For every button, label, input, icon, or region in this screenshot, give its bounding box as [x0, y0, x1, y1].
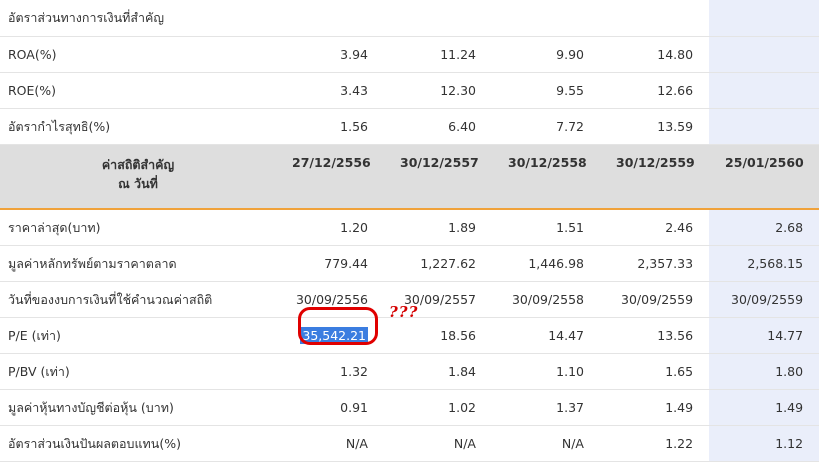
cell: 30/09/2559 — [600, 281, 710, 318]
cell: N/A — [492, 425, 600, 462]
cell: 12.66 — [600, 72, 710, 109]
table-row: ROA(%) 3.94 11.24 9.90 14.80 — [0, 36, 819, 73]
cell: 1.65 — [600, 353, 710, 390]
financial-table-panel: อัตราส่วนทางการเงินที่สำคัญ ROA(%) 3.94 … — [0, 0, 819, 462]
table-row: P/E (เท่า) 35,542.21 18.56 14.47 13.56 1… — [0, 317, 819, 354]
cell — [709, 72, 819, 109]
cell: 1.49 — [600, 389, 710, 426]
table-row: ROE(%) 3.43 12.30 9.55 12.66 — [0, 72, 819, 109]
date-header: 30/12/2558 — [492, 144, 600, 210]
table-row: มูลค่าหุ้นทางบัญชีต่อหุ้น (บาท) 0.91 1.0… — [0, 389, 819, 426]
stats-header-line1: ค่าสถิติสำคัญ — [101, 157, 175, 172]
red-circle-annotation — [298, 307, 378, 345]
row-label: มูลค่าหลักทรัพย์ตามราคาตลาด — [0, 245, 276, 282]
cell: 1.20 — [276, 209, 384, 246]
cell: 1.51 — [492, 209, 600, 246]
date-header: 30/12/2557 — [384, 144, 492, 210]
cell: 1.22 — [600, 425, 710, 462]
row-label: ราคาล่าสุด(บาท) — [0, 209, 276, 246]
cell: 1.12 — [709, 425, 819, 462]
table-row: อัตราส่วนเงินปันผลตอบแทน(%) N/A N/A N/A … — [0, 425, 819, 462]
cell: 14.77 — [709, 317, 819, 354]
table-row: ราคาล่าสุด(บาท) 1.20 1.89 1.51 2.46 2.68 — [0, 209, 819, 246]
cell: 779.44 — [276, 245, 384, 282]
cell — [709, 36, 819, 73]
cell: 1.32 — [276, 353, 384, 390]
cell: 1.84 — [384, 353, 492, 390]
cell: 0.91 — [276, 389, 384, 426]
cell: 3.43 — [276, 72, 384, 109]
row-label: ROA(%) — [0, 36, 276, 73]
section-title: อัตราส่วนทางการเงินที่สำคัญ — [0, 0, 710, 37]
cell: 2,357.33 — [600, 245, 710, 282]
cell: 3.94 — [276, 36, 384, 73]
row-label: อัตราส่วนเงินปันผลตอบแทน(%) — [0, 425, 276, 462]
cell: 2.46 — [600, 209, 710, 246]
cell: 13.59 — [600, 108, 710, 145]
row-label: P/E (เท่า) — [0, 317, 276, 354]
cell: 30/09/2559 — [709, 281, 819, 318]
row-label: อัตรากำไรสุทธิ(%) — [0, 108, 276, 145]
cell: 2.68 — [709, 209, 819, 246]
date-header: 27/12/2556 — [276, 144, 384, 210]
cell: 2,568.15 — [709, 245, 819, 282]
row-label: ROE(%) — [0, 72, 276, 109]
table-row: อัตรากำไรสุทธิ(%) 1.56 6.40 7.72 13.59 — [0, 108, 819, 145]
cell: 18.56 — [384, 317, 492, 354]
cell: 1.37 — [492, 389, 600, 426]
stats-header-row: ค่าสถิติสำคัญ ณ วันที่ 27/12/2556 30/12/… — [0, 144, 819, 210]
cell: 30/09/2558 — [492, 281, 600, 318]
cell: 1.89 — [384, 209, 492, 246]
cell: 7.72 — [492, 108, 600, 145]
cell: 14.47 — [492, 317, 600, 354]
cell: 9.55 — [492, 72, 600, 109]
section-row: อัตราส่วนทางการเงินที่สำคัญ — [0, 0, 819, 37]
cell: N/A — [384, 425, 492, 462]
date-header: 25/01/2560 — [709, 144, 819, 210]
cell: N/A — [276, 425, 384, 462]
stats-header-line2: ณ วันที่ — [118, 176, 158, 191]
cell: 1.02 — [384, 389, 492, 426]
table-row: P/BV (เท่า) 1.32 1.84 1.10 1.65 1.80 — [0, 353, 819, 390]
cell: 9.90 — [492, 36, 600, 73]
cell: 13.56 — [600, 317, 710, 354]
cell: 1,227.62 — [384, 245, 492, 282]
question-marks-annotation: ??? — [389, 303, 419, 321]
cell: 1.10 — [492, 353, 600, 390]
row-label: P/BV (เท่า) — [0, 353, 276, 390]
cell: 1.49 — [709, 389, 819, 426]
cell: 11.24 — [384, 36, 492, 73]
cell — [709, 108, 819, 145]
table-row: มูลค่าหลักทรัพย์ตามราคาตลาด 779.44 1,227… — [0, 245, 819, 282]
stats-header-label: ค่าสถิติสำคัญ ณ วันที่ — [0, 144, 276, 210]
financial-ratios-table: อัตราส่วนทางการเงินที่สำคัญ ROA(%) 3.94 … — [0, 0, 819, 462]
cell: 1,446.98 — [492, 245, 600, 282]
cell: 12.30 — [384, 72, 492, 109]
row-label: มูลค่าหุ้นทางบัญชีต่อหุ้น (บาท) — [0, 389, 276, 426]
date-header: 30/12/2559 — [600, 144, 710, 210]
cell: 6.40 — [384, 108, 492, 145]
cell: 1.80 — [709, 353, 819, 390]
cell: 14.80 — [600, 36, 710, 73]
row-label: วันที่ของงบการเงินที่ใช้คำนวณค่าสถิติ — [0, 281, 276, 318]
cell: 1.56 — [276, 108, 384, 145]
